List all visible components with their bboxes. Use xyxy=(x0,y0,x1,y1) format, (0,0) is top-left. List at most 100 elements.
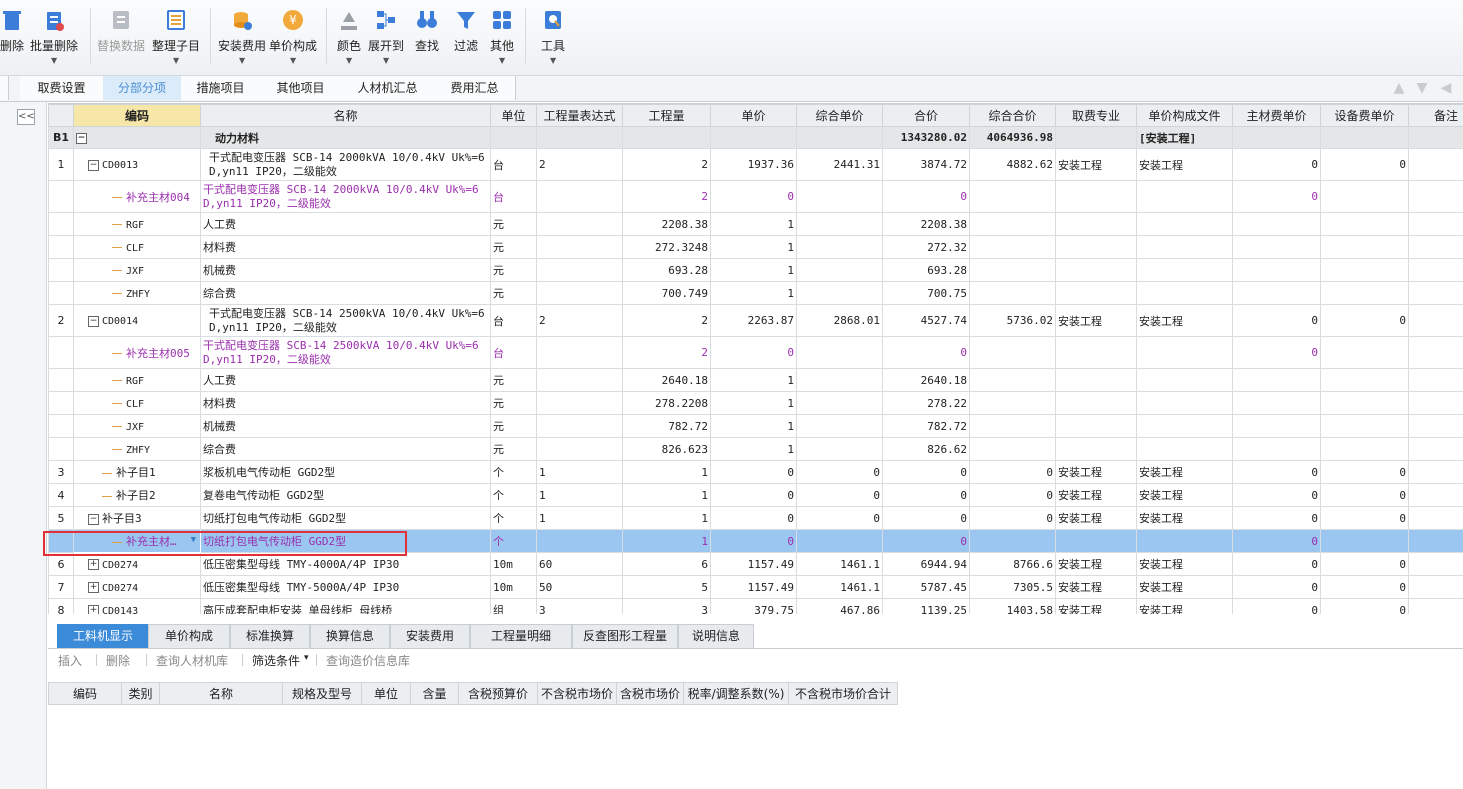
comp-total-cell[interactable] xyxy=(969,437,1056,461)
name-cell[interactable]: 低压密集型母线 TMY-5000A/4P IP30 xyxy=(200,575,491,599)
qty-cell[interactable]: 782.72 xyxy=(622,414,711,438)
remark-cell[interactable] xyxy=(1408,235,1463,259)
equipment-price-cell[interactable]: 0 xyxy=(1320,304,1409,337)
unit-cell[interactable]: 元 xyxy=(490,368,537,392)
qty-cell[interactable]: 2208.38 xyxy=(622,212,711,236)
remark-cell[interactable] xyxy=(1408,212,1463,236)
unit-cell[interactable]: 元 xyxy=(490,235,537,259)
action-2[interactable]: 查询人材机库 xyxy=(156,652,228,669)
equipment-price-cell[interactable] xyxy=(1320,281,1409,305)
material-price-cell[interactable]: 0 xyxy=(1232,483,1321,507)
bottom-tab-5[interactable]: 工程量明细 xyxy=(470,624,572,648)
expr-cell[interactable] xyxy=(536,212,623,236)
name-cell[interactable]: 材料费 xyxy=(200,235,491,259)
qty-cell[interactable]: 1 xyxy=(622,529,711,553)
comp-price-cell[interactable] xyxy=(796,414,883,438)
material-price-cell[interactable] xyxy=(1232,437,1321,461)
code-cell[interactable]: 补子目2 xyxy=(73,483,201,507)
comp-price-cell[interactable]: 2868.01 xyxy=(796,304,883,337)
tab-5[interactable]: 人材机汇总 xyxy=(341,76,435,100)
equipment-price-cell[interactable]: 0 xyxy=(1320,506,1409,530)
fee-spec-cell[interactable] xyxy=(1055,437,1137,461)
qty-cell[interactable]: 5 xyxy=(622,575,711,599)
table-row[interactable]: CLF 材料费元 278.2208 1 278.22 xyxy=(48,391,1463,415)
equipment-price-cell[interactable] xyxy=(1320,368,1409,392)
remark-cell[interactable] xyxy=(1408,336,1463,369)
fee-spec-cell[interactable]: 安装工程 xyxy=(1055,304,1137,337)
table-row[interactable]: RGF 人工费元 2640.18 1 2640.18 xyxy=(48,368,1463,392)
price-cell[interactable]: 0 xyxy=(710,460,797,484)
other-button[interactable]: 其他 ▼ xyxy=(486,4,518,68)
column-header[interactable]: 综合单价 xyxy=(796,104,883,127)
code-cell[interactable]: 补充主材005 xyxy=(73,336,201,369)
price-file-cell[interactable]: 安装工程 xyxy=(1136,483,1233,507)
total-cell[interactable]: 3874.72 xyxy=(882,148,970,181)
table-row[interactable]: CLF 材料费元 272.3248 1 272.32 xyxy=(48,235,1463,259)
comp-total-cell[interactable]: 0 xyxy=(969,483,1056,507)
qty-cell[interactable]: 1 xyxy=(622,506,711,530)
selected-row[interactable]: 补充主材… ▼ 切纸打包电气传动柜 GGD2型个 1 0 0 0 xyxy=(48,529,1463,553)
price-file-cell[interactable] xyxy=(1136,281,1233,305)
table-row[interactable]: JXF 机械费元 693.28 1 693.28 xyxy=(48,258,1463,282)
qty-cell[interactable]: 2640.18 xyxy=(622,368,711,392)
unit-cell[interactable]: 个 xyxy=(490,506,537,530)
total-cell[interactable]: 826.62 xyxy=(882,437,970,461)
empty-cell[interactable] xyxy=(1320,126,1409,149)
fee-spec-cell[interactable]: 安装工程 xyxy=(1055,460,1137,484)
column-header[interactable]: 单价 xyxy=(710,104,797,127)
material-price-cell[interactable]: 0 xyxy=(1232,598,1321,614)
remark-cell[interactable] xyxy=(1408,552,1463,576)
name-cell[interactable]: 干式配电变压器 SCB-14 2500kVA 10/0.4kV Uk%=6 D,… xyxy=(200,304,491,337)
price-file-cell[interactable] xyxy=(1136,437,1233,461)
code-cell[interactable]: − CD0013 xyxy=(73,148,201,181)
total-cell[interactable]: 0 xyxy=(882,460,970,484)
row-number[interactable] xyxy=(48,437,74,461)
qty-cell[interactable]: 1 xyxy=(622,483,711,507)
empty-cell[interactable] xyxy=(710,126,797,149)
expr-cell[interactable]: 60 xyxy=(536,552,623,576)
tab-1[interactable]: 取费设置 xyxy=(20,76,104,100)
material-price-cell[interactable]: 0 xyxy=(1232,304,1321,337)
resource-column-header[interactable]: 名称 xyxy=(159,682,283,705)
remark-cell[interactable] xyxy=(1408,437,1463,461)
column-header[interactable]: 设备费单价 xyxy=(1320,104,1409,127)
expr-cell[interactable] xyxy=(536,391,623,415)
equipment-price-cell[interactable]: 0 xyxy=(1320,598,1409,614)
collapse-toggle-icon[interactable]: − xyxy=(76,132,87,144)
group-row[interactable]: B1− 动力材料 1343280.02 4064936.98 [安装工程] xyxy=(48,126,1463,149)
total-cell[interactable]: 272.32 xyxy=(882,235,970,259)
unit-cell[interactable]: 元 xyxy=(490,391,537,415)
resource-column-header[interactable]: 类别 xyxy=(121,682,160,705)
price-file-cell[interactable] xyxy=(1136,529,1233,553)
remark-cell[interactable] xyxy=(1408,460,1463,484)
qty-cell[interactable]: 278.2208 xyxy=(622,391,711,415)
price-file-cell[interactable] xyxy=(1136,391,1233,415)
code-cell[interactable]: − 补子目3 xyxy=(73,506,201,530)
equipment-price-cell[interactable] xyxy=(1320,336,1409,369)
bottom-tab-3[interactable]: 换算信息 xyxy=(310,624,390,648)
empty-cell[interactable] xyxy=(622,126,711,149)
total-cell[interactable]: 278.22 xyxy=(882,391,970,415)
resource-column-header[interactable]: 含量 xyxy=(410,682,459,705)
row-number[interactable] xyxy=(48,529,74,553)
price-cell[interactable]: 0 xyxy=(710,529,797,553)
comp-total-cell[interactable]: 0 xyxy=(969,460,1056,484)
code-cell[interactable]: JXF xyxy=(73,258,201,282)
action-4[interactable]: 查询造价信息库 xyxy=(326,652,410,669)
material-price-cell[interactable]: 0 xyxy=(1232,506,1321,530)
unit-cell[interactable]: 元 xyxy=(490,414,537,438)
row-number[interactable] xyxy=(48,368,74,392)
remark-cell[interactable] xyxy=(1408,304,1463,337)
material-price-cell[interactable] xyxy=(1232,212,1321,236)
row-number[interactable]: 3 xyxy=(48,460,74,484)
fee-spec-cell[interactable] xyxy=(1055,212,1137,236)
material-price-cell[interactable]: 0 xyxy=(1232,336,1321,369)
total-cell[interactable]: 2208.38 xyxy=(882,212,970,236)
row-number[interactable] xyxy=(48,414,74,438)
price-cell[interactable]: 0 xyxy=(710,336,797,369)
empty-cell[interactable] xyxy=(1408,126,1463,149)
column-header[interactable] xyxy=(48,104,74,127)
price-file-cell[interactable] xyxy=(1136,212,1233,236)
name-cell[interactable]: 复卷电气传动柜 GGD2型 xyxy=(200,483,491,507)
resource-column-header[interactable]: 含税市场价 xyxy=(616,682,684,705)
